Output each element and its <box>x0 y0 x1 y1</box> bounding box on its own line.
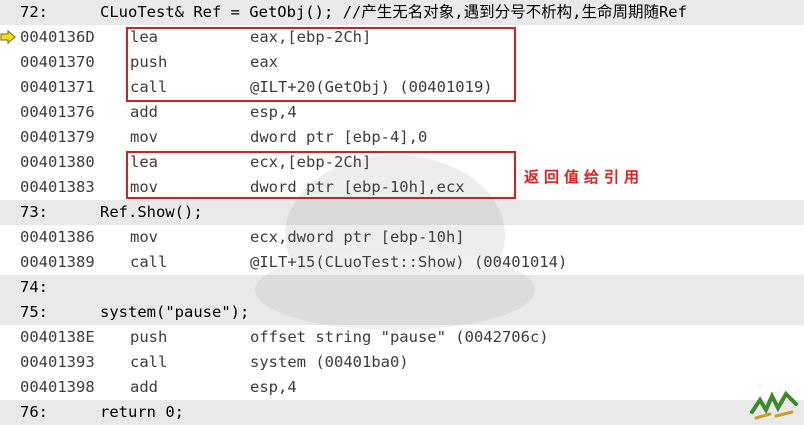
asm-address: 00401379 <box>20 128 95 146</box>
asm-row[interactable]: 00401379 mov dword ptr [ebp-4],0 <box>0 125 804 150</box>
asm-address: 00401383 <box>20 178 95 196</box>
call-sequence-highlight-box <box>126 27 516 102</box>
asm-address: 0040138E <box>20 328 95 346</box>
asm-opcode: mov <box>130 228 158 246</box>
asm-row[interactable]: 00401398 add esp,4 <box>0 375 804 400</box>
asm-address: 00401386 <box>20 228 95 246</box>
asm-opcode: push <box>130 328 168 346</box>
asm-opcode: add <box>130 378 158 396</box>
asm-operands: esp,4 <box>250 103 297 121</box>
asm-row[interactable]: 00401386 mov ecx,dword ptr [ebp-10h] <box>0 225 804 250</box>
asm-opcode: mov <box>130 128 158 146</box>
asm-row[interactable]: 00401376 add esp,4 <box>0 100 804 125</box>
source-line-72[interactable]: 72: CLuoTest& Ref = GetObj(); //产生无名对象,遇… <box>0 0 804 25</box>
asm-address: 00401376 <box>20 103 95 121</box>
source-line-code: return 0; <box>100 403 184 421</box>
asm-row[interactable]: 0040138E push offset string "pause" (004… <box>0 325 804 350</box>
return-reference-annotation: 返回值给引用 <box>524 168 645 186</box>
asm-address: 00401380 <box>20 153 95 171</box>
asm-row[interactable]: 00401393 call system (00401ba0) <box>0 350 804 375</box>
asm-address: 0040136D <box>20 28 95 46</box>
source-line-number: 72: <box>20 3 48 21</box>
stamp-icon <box>750 390 798 420</box>
source-line-code: CLuoTest& Ref = GetObj(); //产生无名对象,遇到分号不… <box>100 3 687 21</box>
asm-operands: dword ptr [ebp-4],0 <box>250 128 428 146</box>
source-line-code: system("pause"); <box>100 303 250 321</box>
asm-operands: system (00401ba0) <box>250 353 409 371</box>
return-reference-highlight-box <box>126 151 516 199</box>
asm-address: 00401370 <box>20 53 95 71</box>
asm-address: 00401398 <box>20 378 95 396</box>
source-line-74[interactable]: 74: <box>0 275 804 300</box>
source-line-number: 73: <box>20 203 48 221</box>
asm-opcode: call <box>130 353 168 371</box>
source-line-75[interactable]: 75: system("pause"); <box>0 300 804 325</box>
asm-opcode: call <box>130 253 168 271</box>
current-line-arrow-icon <box>0 30 16 44</box>
asm-operands: offset string "pause" (0042706c) <box>250 328 549 346</box>
asm-operands: ecx,dword ptr [ebp-10h] <box>250 228 465 246</box>
asm-address: 00401389 <box>20 253 95 271</box>
source-line-73[interactable]: 73: Ref.Show(); <box>0 200 804 225</box>
source-line-number: 74: <box>20 278 48 296</box>
asm-row[interactable]: 00401389 call @ILT+15(CLuoTest::Show) (0… <box>0 250 804 275</box>
source-line-code: Ref.Show(); <box>100 203 203 221</box>
source-line-number: 76: <box>20 403 48 421</box>
asm-address: 00401371 <box>20 78 95 96</box>
asm-operands: esp,4 <box>250 378 297 396</box>
source-line-76[interactable]: 76: return 0; <box>0 400 804 425</box>
source-line-number: 75: <box>20 303 48 321</box>
asm-operands: @ILT+15(CLuoTest::Show) (00401014) <box>250 253 568 271</box>
asm-address: 00401393 <box>20 353 95 371</box>
asm-opcode: add <box>130 103 158 121</box>
